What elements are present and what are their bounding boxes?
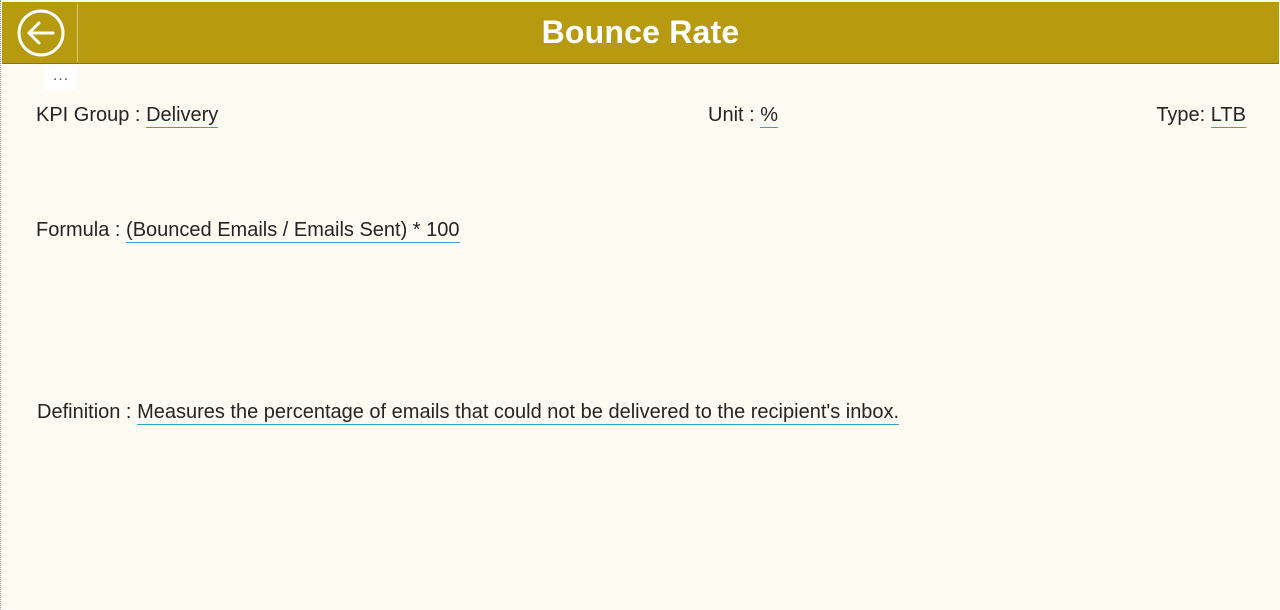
- unit-field: Unit : %: [708, 104, 779, 128]
- unit-value: %: [760, 104, 779, 128]
- definition-field: Definition : Measures the percentage of …: [37, 401, 900, 425]
- formula-label: Formula :: [36, 219, 121, 241]
- type-value: LTB: [1210, 104, 1246, 128]
- kpi-detail-page: Bounce Rate ... KPI Group : Delivery Uni…: [0, 0, 1280, 610]
- definition-value: Measures the percentage of emails that c…: [137, 401, 900, 425]
- arrow-left-circle-icon: [17, 9, 64, 57]
- back-button[interactable]: [4, 4, 78, 62]
- kpi-group-value: Delivery: [146, 104, 219, 128]
- formula-value: (Bounced Emails / Emails Sent) * 100: [126, 219, 460, 243]
- unit-label: Unit :: [708, 104, 755, 126]
- more-options-icon[interactable]: ...: [45, 66, 77, 90]
- type-label: Type:: [1156, 104, 1206, 126]
- type-field: Type: LTB: [1156, 104, 1246, 128]
- kpi-group-label: KPI Group :: [36, 104, 141, 126]
- kpi-group-field: KPI Group : Delivery: [36, 104, 219, 128]
- header-bar: Bounce Rate: [2, 2, 1279, 64]
- formula-field: Formula : (Bounced Emails / Emails Sent)…: [36, 219, 460, 243]
- definition-label: Definition :: [37, 401, 132, 423]
- page-title: Bounce Rate: [541, 14, 740, 50]
